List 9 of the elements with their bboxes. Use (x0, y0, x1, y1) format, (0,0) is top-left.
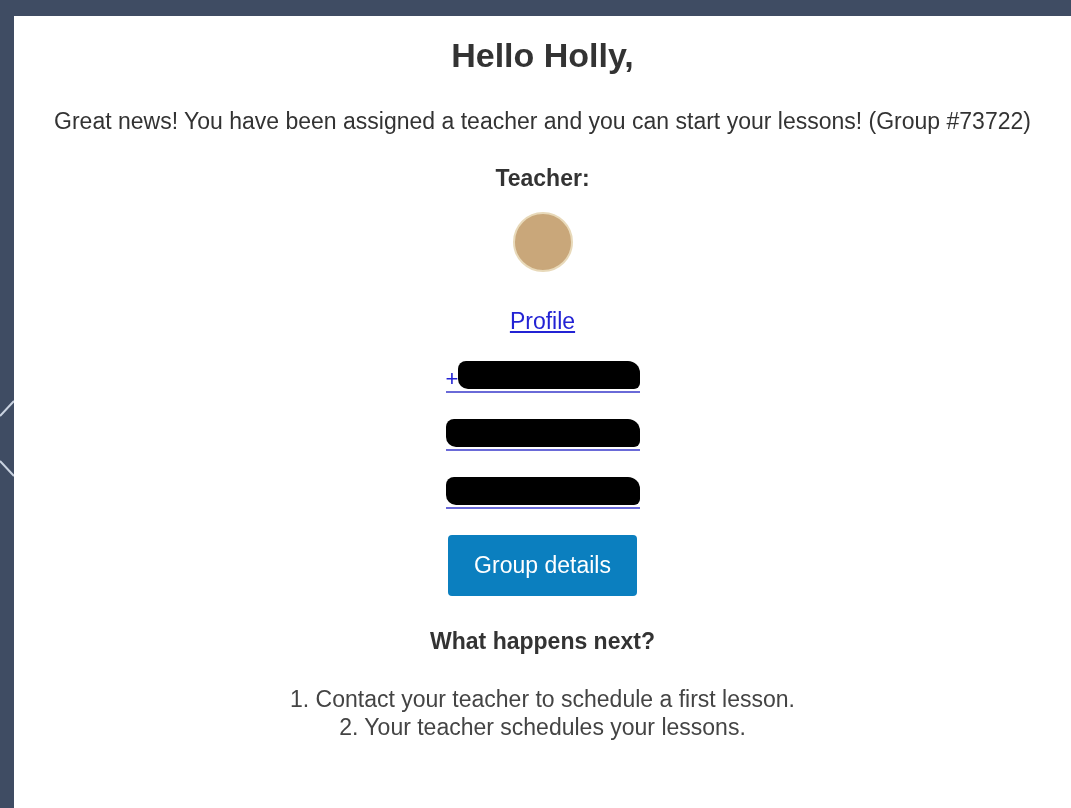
group-details-button[interactable]: Group details (448, 535, 637, 596)
next-heading: What happens next? (430, 628, 655, 655)
greeting-heading: Hello Holly, (451, 36, 634, 75)
profile-link[interactable]: Profile (509, 308, 576, 335)
contact-link[interactable]: + (445, 361, 640, 393)
step-text: 1. Contact your teacher to schedule a first lesson. (290, 685, 795, 713)
intro-text: Great news! You have been assigned a teacher and you can start your lessons! (Group #73722) (54, 107, 1031, 135)
teacher-label: Teacher: (495, 165, 590, 192)
step-text: 2. Your teacher schedules your lessons. (339, 713, 746, 741)
